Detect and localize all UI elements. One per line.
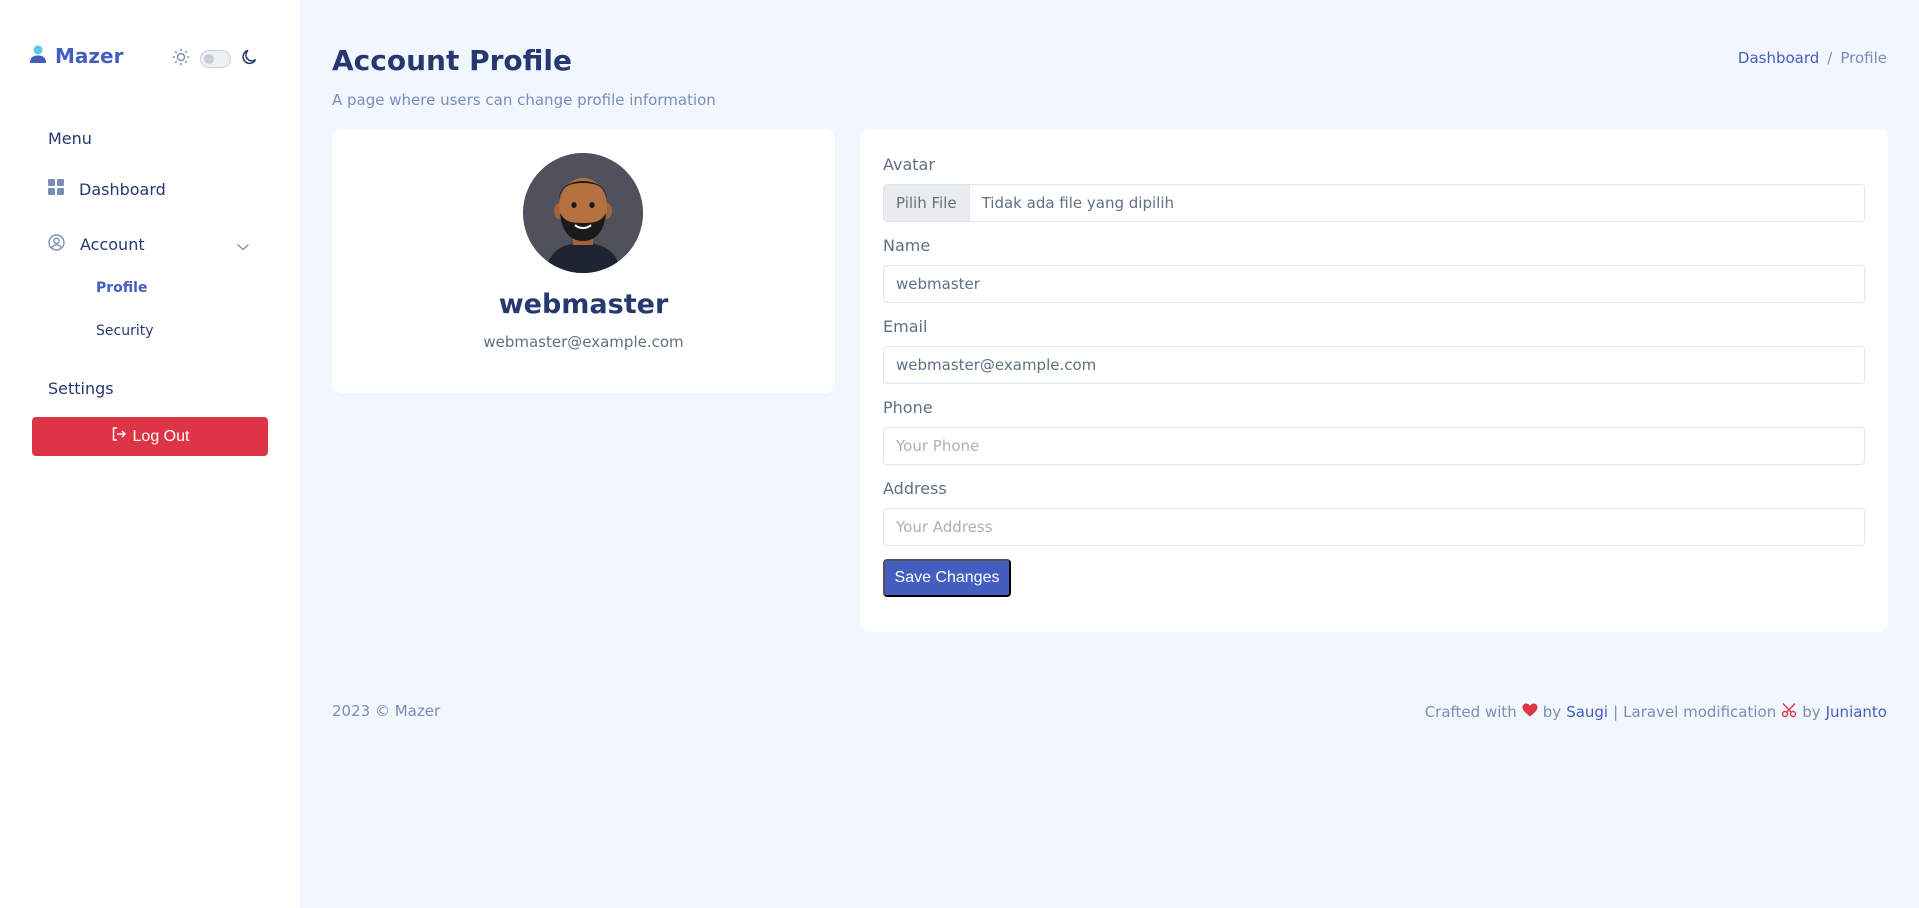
logout-button[interactable]: Log Out	[32, 417, 268, 456]
page-subtitle: A page where users can change profile in…	[332, 91, 716, 109]
logout-label: Log Out	[132, 427, 190, 445]
footer-credits: Crafted with by Saugi | Laravel modifica…	[1425, 702, 1887, 722]
sidebar-item-dashboard[interactable]: Dashboard	[48, 179, 166, 199]
profile-email: webmaster@example.com	[483, 333, 684, 351]
brand[interactable]: Mazer	[30, 44, 123, 68]
profile-card: webmaster webmaster@example.com	[332, 129, 835, 393]
phone-field[interactable]: Your Phone	[883, 427, 1865, 465]
footer-crafted-text: Crafted with	[1424, 703, 1517, 721]
sidebar: Mazer Menu Dashboard Account Profile Sec…	[0, 0, 300, 908]
sun-icon	[172, 48, 190, 70]
heart-icon	[1522, 703, 1538, 721]
address-label: Address	[883, 479, 947, 498]
footer-mod-text: Laravel modification	[1623, 703, 1777, 721]
sidebar-subitem-profile[interactable]: Profile	[96, 280, 147, 296]
chevron-down-icon[interactable]	[236, 237, 250, 256]
breadcrumb-separator: /	[1827, 49, 1833, 67]
name-label: Name	[883, 236, 931, 255]
breadcrumb-current: Profile	[1840, 49, 1887, 67]
user-circle-icon	[48, 234, 65, 255]
footer-by-text-2: by	[1802, 703, 1821, 721]
avatar-file-input[interactable]: Pilih File Tidak ada file yang dipilih	[883, 184, 1865, 222]
moon-icon	[241, 48, 259, 70]
profile-form-card: Avatar Pilih File Tidak ada file yang di…	[860, 129, 1888, 632]
switch-knob	[204, 54, 214, 64]
sidebar-subitem-security[interactable]: Security	[96, 323, 154, 339]
sidebar-item-label: Dashboard	[79, 179, 166, 199]
email-field[interactable]: webmaster@example.com	[883, 346, 1865, 384]
email-label: Email	[883, 317, 928, 336]
theme-toggle	[172, 48, 259, 70]
settings-section-title[interactable]: Settings	[48, 379, 114, 398]
grid-icon	[48, 179, 64, 199]
breadcrumb: Dashboard / Profile	[1738, 49, 1887, 67]
logout-icon	[111, 426, 127, 447]
author-link-saugi[interactable]: Saugi	[1566, 703, 1608, 721]
person-icon	[30, 45, 46, 67]
profile-name: webmaster	[498, 289, 669, 320]
save-changes-button[interactable]: Save Changes	[883, 559, 1011, 597]
avatar-label: Avatar	[883, 155, 935, 174]
name-field[interactable]: webmaster	[883, 265, 1865, 303]
avatar	[523, 153, 643, 273]
choose-file-button[interactable]: Pilih File	[884, 185, 970, 221]
author-link-junianto[interactable]: Junianto	[1826, 703, 1887, 721]
scissors-icon	[1781, 702, 1797, 722]
file-status-text: Tidak ada file yang dipilih	[981, 194, 1175, 212]
dark-mode-switch[interactable]	[200, 50, 231, 68]
footer-copyright: 2023 © Mazer	[332, 702, 441, 720]
menu-section-title: Menu	[48, 129, 92, 148]
sidebar-item-account[interactable]: Account	[48, 234, 145, 255]
breadcrumb-home-link[interactable]: Dashboard	[1738, 49, 1819, 67]
brand-name: Mazer	[55, 44, 124, 68]
footer-by-text: by	[1542, 703, 1562, 721]
address-field[interactable]: Your Address	[883, 508, 1865, 546]
sidebar-item-label: Account	[80, 235, 145, 254]
footer-pipe: |	[1613, 703, 1619, 721]
phone-label: Phone	[883, 398, 933, 417]
page-title: Account Profile	[332, 44, 573, 77]
